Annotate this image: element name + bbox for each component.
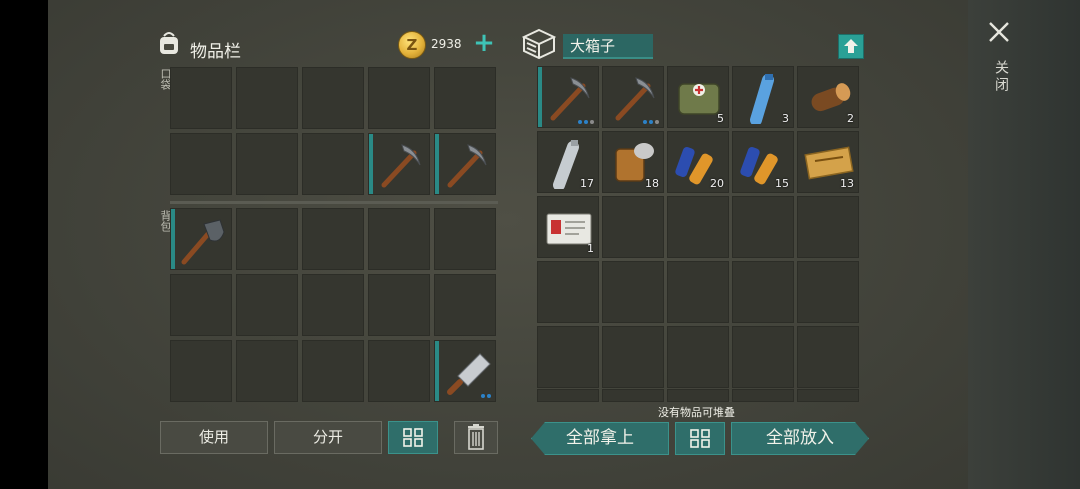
pickaxe-icon <box>447 144 487 188</box>
container-sort-button[interactable] <box>675 422 725 455</box>
empty-slot[interactable] <box>667 196 729 258</box>
item-slot[interactable]: 13 <box>797 131 859 193</box>
empty-slot[interactable] <box>302 208 364 270</box>
durability-dots <box>643 120 659 124</box>
grid-sort-icon <box>690 429 710 448</box>
empty-slot[interactable] <box>602 261 664 323</box>
item-count: 15 <box>775 177 789 190</box>
pickaxe-icon <box>550 77 590 121</box>
empty-slot[interactable] <box>302 67 364 129</box>
split-button[interactable]: 分开 <box>274 421 382 454</box>
empty-slot[interactable] <box>797 261 859 323</box>
coin-counter: Z 2938 + <box>398 30 498 59</box>
empty-slot[interactable] <box>602 389 664 402</box>
empty-slot[interactable] <box>236 274 298 336</box>
empty-slot[interactable] <box>302 133 364 195</box>
trash-icon <box>468 424 484 450</box>
empty-slot[interactable] <box>537 389 599 402</box>
empty-slot[interactable] <box>236 133 298 195</box>
item-slot[interactable]: 15 <box>732 131 794 193</box>
empty-slot[interactable] <box>797 196 859 258</box>
empty-slot[interactable] <box>602 196 664 258</box>
pickaxe-icon <box>381 144 421 188</box>
durability-dots <box>578 120 594 124</box>
item-slot[interactable]: 5 <box>667 66 729 128</box>
empty-slot[interactable] <box>170 133 232 195</box>
item-slot[interactable] <box>537 66 599 128</box>
empty-slot[interactable] <box>170 67 232 129</box>
upload-arrow-icon <box>844 39 858 53</box>
section-divider <box>170 201 498 204</box>
inventory-sort-button[interactable] <box>388 421 438 454</box>
item-count: 17 <box>580 177 594 190</box>
empty-slot[interactable] <box>170 340 232 402</box>
cleaver-icon <box>447 353 491 395</box>
put-all-button[interactable]: 全部放入 <box>731 422 869 455</box>
item-slot[interactable]: 1 <box>537 196 599 258</box>
item-count: 18 <box>645 177 659 190</box>
pickaxe-icon <box>615 77 655 121</box>
empty-slot[interactable] <box>602 326 664 388</box>
empty-slot[interactable] <box>797 389 859 402</box>
z-coin-icon: Z <box>398 31 426 59</box>
backpack-icon <box>160 32 178 54</box>
grid-sort-icon <box>403 428 423 447</box>
item-count: 2 <box>847 112 854 125</box>
empty-slot[interactable] <box>368 208 430 270</box>
empty-slot[interactable] <box>434 67 496 129</box>
empty-slot[interactable] <box>368 274 430 336</box>
upload-button[interactable] <box>838 34 864 59</box>
empty-slot[interactable] <box>667 326 729 388</box>
empty-slot[interactable] <box>434 274 496 336</box>
empty-slot[interactable] <box>434 208 496 270</box>
empty-slot[interactable] <box>302 340 364 402</box>
item-count: 3 <box>782 112 789 125</box>
item-slot[interactable]: 17 <box>537 131 599 193</box>
item-count: 20 <box>710 177 724 190</box>
item-slot[interactable]: 20 <box>667 131 729 193</box>
plus-icon[interactable]: + <box>472 30 496 56</box>
empty-slot[interactable] <box>797 326 859 388</box>
close-label[interactable]: 关闭 <box>991 60 1011 94</box>
empty-slot[interactable] <box>302 274 364 336</box>
shovel-icon <box>181 219 225 265</box>
crate-icon <box>522 28 556 60</box>
take-all-button[interactable]: 全部拿上 <box>531 422 669 455</box>
item-slot[interactable] <box>434 133 496 195</box>
empty-slot[interactable] <box>732 326 794 388</box>
empty-slot[interactable] <box>667 261 729 323</box>
empty-slot[interactable] <box>236 67 298 129</box>
item-slot[interactable] <box>368 133 430 195</box>
item-count: 1 <box>587 242 594 255</box>
empty-slot[interactable] <box>368 340 430 402</box>
empty-slot[interactable] <box>236 208 298 270</box>
container-name[interactable]: 大箱子 <box>563 34 653 59</box>
empty-slot[interactable] <box>537 326 599 388</box>
item-slot[interactable]: 18 <box>602 131 664 193</box>
side-strip <box>968 0 1080 489</box>
use-button[interactable]: 使用 <box>160 421 268 454</box>
status-text: 没有物品可堆叠 <box>658 406 735 419</box>
item-count: 5 <box>717 112 724 125</box>
empty-slot[interactable] <box>537 261 599 323</box>
item-slot[interactable] <box>170 208 232 270</box>
inventory-title: 物品栏 <box>190 42 241 62</box>
empty-slot[interactable] <box>732 261 794 323</box>
item-count: 13 <box>840 177 854 190</box>
empty-slot[interactable] <box>667 389 729 402</box>
item-slot[interactable] <box>602 66 664 128</box>
durability-dots <box>481 394 491 398</box>
item-slot[interactable]: 2 <box>797 66 859 128</box>
coin-value: 2938 <box>431 37 462 51</box>
trash-button[interactable] <box>454 421 498 454</box>
item-slot[interactable]: 3 <box>732 66 794 128</box>
empty-slot[interactable] <box>236 340 298 402</box>
empty-slot[interactable] <box>170 274 232 336</box>
empty-slot[interactable] <box>368 67 430 129</box>
empty-slot[interactable] <box>732 389 794 402</box>
item-slot[interactable] <box>434 340 496 402</box>
empty-slot[interactable] <box>732 196 794 258</box>
close-icon[interactable] <box>987 20 1011 44</box>
